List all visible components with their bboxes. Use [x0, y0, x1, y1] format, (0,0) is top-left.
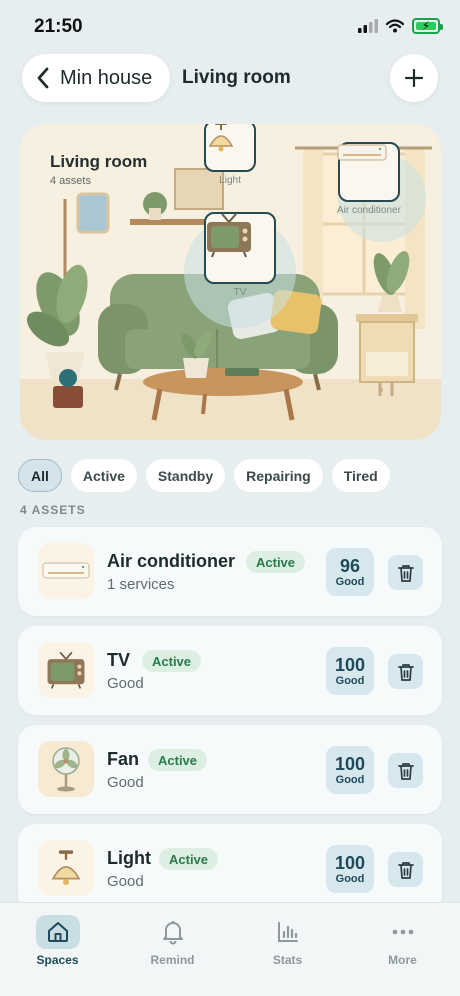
- health-score: 100 Good: [326, 746, 374, 794]
- status-filter-bar: All Active Standby Repairing Tired: [18, 459, 390, 492]
- lamp-icon: [208, 124, 234, 152]
- asset-thumbnail: [38, 741, 94, 797]
- room-illustration[interactable]: Living room 4 assets Light Air condition…: [20, 124, 441, 440]
- lamp-icon: [51, 850, 81, 886]
- asset-thumbnail: [38, 840, 94, 896]
- health-score-value: 100: [334, 754, 366, 774]
- asset-subtitle: 1 services: [107, 576, 175, 593]
- light-marker-box: [204, 124, 256, 172]
- air-conditioner-marker-label: Air conditioner: [337, 205, 401, 216]
- light-marker-label: Light: [219, 175, 241, 186]
- asset-list: Air conditioner Active 1 services 96 Goo…: [18, 527, 442, 923]
- delete-asset-button[interactable]: [388, 654, 423, 689]
- status-badge: Active: [159, 848, 219, 870]
- asset-name: TV: [107, 650, 131, 670]
- asset-thumbnail: [38, 543, 94, 599]
- status-time: 21:50: [34, 16, 83, 37]
- chevron-left-icon: [37, 67, 49, 89]
- nav-label-remind: Remind: [150, 953, 195, 967]
- status-badge: Active: [246, 551, 306, 573]
- air-conditioner-icon: [42, 562, 90, 579]
- battery-icon: ⚡: [412, 18, 443, 34]
- asset-name: Light: [107, 848, 151, 868]
- filter-chip-tired[interactable]: Tired: [331, 459, 390, 492]
- assets-count-heading: 4 ASSETS: [20, 503, 86, 517]
- hero-asset-count: 4 assets: [50, 175, 91, 187]
- health-score-label: Good: [335, 774, 365, 786]
- trash-icon: [397, 663, 414, 681]
- asset-card-air-conditioner[interactable]: Air conditioner Active 1 services 96 Goo…: [18, 527, 442, 616]
- health-score-label: Good: [335, 873, 365, 885]
- asset-thumbnail: [38, 642, 94, 698]
- bell-icon: [151, 915, 195, 949]
- wifi-icon: [386, 19, 404, 33]
- asset-subtitle: Good: [107, 774, 144, 791]
- nav-item-remind[interactable]: Remind: [115, 903, 230, 996]
- back-button[interactable]: Min house: [22, 54, 170, 102]
- asset-name: Air conditioner: [107, 551, 236, 571]
- filter-chip-repairing[interactable]: Repairing: [234, 459, 323, 492]
- status-badge: Active: [142, 650, 202, 672]
- back-button-label: Min house: [60, 66, 153, 89]
- asset-card-light[interactable]: Light Active Good 100 Good: [18, 824, 442, 913]
- health-score-label: Good: [335, 675, 365, 687]
- health-score: 96 Good: [326, 548, 374, 596]
- plus-icon: [404, 68, 424, 88]
- asset-card-tv[interactable]: TV Active Good 100 Good: [18, 626, 442, 715]
- nav-label-stats: Stats: [272, 953, 303, 967]
- health-score-value: 100: [334, 655, 366, 675]
- asset-subtitle: Good: [107, 873, 144, 890]
- status-badge: Active: [148, 749, 208, 771]
- air-conditioner-marker-box: [337, 142, 400, 202]
- health-score: 100 Good: [326, 647, 374, 695]
- asset-card-fan[interactable]: Fan Active Good 100 Good: [18, 725, 442, 814]
- trash-icon: [397, 861, 414, 879]
- nav-label-spaces: Spaces: [36, 953, 79, 967]
- tv-icon: [47, 651, 85, 689]
- status-bar: 21:50 ⚡: [0, 0, 460, 54]
- bottom-navigation: Spaces Remind Stats More: [0, 902, 460, 996]
- delete-asset-button[interactable]: [388, 753, 423, 788]
- nav-item-stats[interactable]: Stats: [230, 903, 345, 996]
- tv-icon: [207, 213, 251, 258]
- nav-item-spaces[interactable]: Spaces: [0, 903, 115, 996]
- health-score: 100 Good: [326, 845, 374, 893]
- trash-icon: [397, 564, 414, 582]
- asset-subtitle: Good: [107, 675, 144, 692]
- health-score-label: Good: [335, 576, 365, 588]
- health-score-value: 100: [334, 853, 366, 873]
- tv-marker-box: [204, 212, 276, 284]
- home-icon: [35, 915, 80, 949]
- filter-chip-all[interactable]: All: [18, 459, 62, 492]
- fan-icon: [52, 747, 80, 792]
- filter-chip-active[interactable]: Active: [70, 459, 137, 492]
- asset-name: Fan: [107, 749, 140, 769]
- tv-marker-label: TV: [233, 287, 247, 298]
- status-icons: ⚡: [358, 18, 443, 34]
- more-icon: [381, 915, 425, 949]
- health-score-value: 96: [339, 556, 361, 576]
- add-asset-button[interactable]: [390, 54, 438, 102]
- delete-asset-button[interactable]: [388, 852, 423, 887]
- light-marker[interactable]: Light: [204, 124, 256, 186]
- signal-icon: [358, 19, 378, 33]
- air-conditioner-marker[interactable]: Air conditioner: [337, 142, 401, 216]
- nav-label-more: More: [388, 953, 417, 967]
- bar-chart-icon: [266, 915, 310, 949]
- trash-icon: [397, 762, 414, 780]
- nav-item-more[interactable]: More: [345, 903, 460, 996]
- page-title: Living room: [182, 67, 291, 88]
- filter-chip-standby[interactable]: Standby: [145, 459, 226, 492]
- delete-asset-button[interactable]: [388, 555, 423, 590]
- tv-marker[interactable]: TV: [204, 212, 276, 298]
- hero-room-name: Living room: [50, 152, 148, 171]
- air-conditioner-icon: [337, 144, 387, 161]
